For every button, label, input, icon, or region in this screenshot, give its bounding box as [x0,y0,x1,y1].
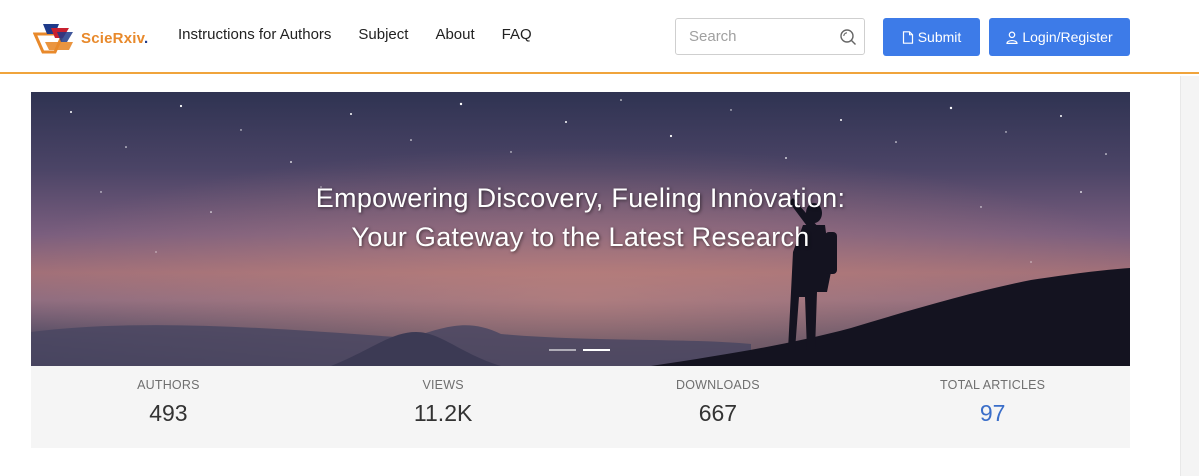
logo-icon [33,24,73,54]
search-input[interactable] [676,19,826,54]
nav-faq[interactable]: FAQ [502,26,532,43]
site-logo[interactable]: ScieRxiv. [33,20,163,56]
stat-label: AUTHORS [137,378,200,392]
document-icon [902,30,913,44]
login-register-label: Login/Register [1022,29,1113,45]
carousel-indicator-1[interactable] [549,349,576,351]
stat-label: TOTAL ARTICLES [940,378,1046,392]
submit-label: Submit [917,29,962,45]
user-icon [1006,30,1018,44]
logo-text: ScieRxiv. [81,29,149,47]
submit-button[interactable]: Submit [883,18,980,56]
hero-carousel: Empowering Discovery, Fueling Innovation… [31,92,1130,366]
site-stats: AUTHORS 493 VIEWS 11.2K DOWNLOADS 667 TO… [31,366,1130,448]
search-icon[interactable] [839,28,857,46]
nav-instructions-for-authors[interactable]: Instructions for Authors [178,26,331,43]
stat-label: DOWNLOADS [675,378,760,392]
carousel-indicator-2[interactable] [583,349,610,351]
main-nav: Instructions for Authors Subject About F… [178,26,559,43]
hero-title-line-2: Your Gateway to the Latest Research [351,222,810,252]
search-box [675,18,865,55]
site-header: ScieRxiv. Instructions for Authors Subje… [0,0,1199,74]
stat-views: VIEWS 11.2K [306,366,581,448]
page-scrollbar[interactable] [1180,76,1199,476]
stat-value: 493 [149,400,188,426]
stat-authors: AUTHORS 493 [31,366,306,448]
stat-value: 11.2K [413,400,473,426]
hero-headline: Empowering Discovery, Fueling Innovation… [31,179,1130,257]
stat-value: 667 [698,400,738,426]
stat-value[interactable]: 97 [855,400,1130,427]
stat-label: VIEWS [422,378,464,392]
stat-total-articles: TOTAL ARTICLES 97 [855,366,1130,448]
hero-title-line-1: Empowering Discovery, Fueling Innovation… [315,183,846,213]
nav-subject[interactable]: Subject [358,26,408,43]
login-register-button[interactable]: Login/Register [989,18,1130,56]
stat-downloads: DOWNLOADS 667 [581,366,856,448]
nav-about[interactable]: About [435,26,474,43]
carousel-indicators [549,349,610,351]
